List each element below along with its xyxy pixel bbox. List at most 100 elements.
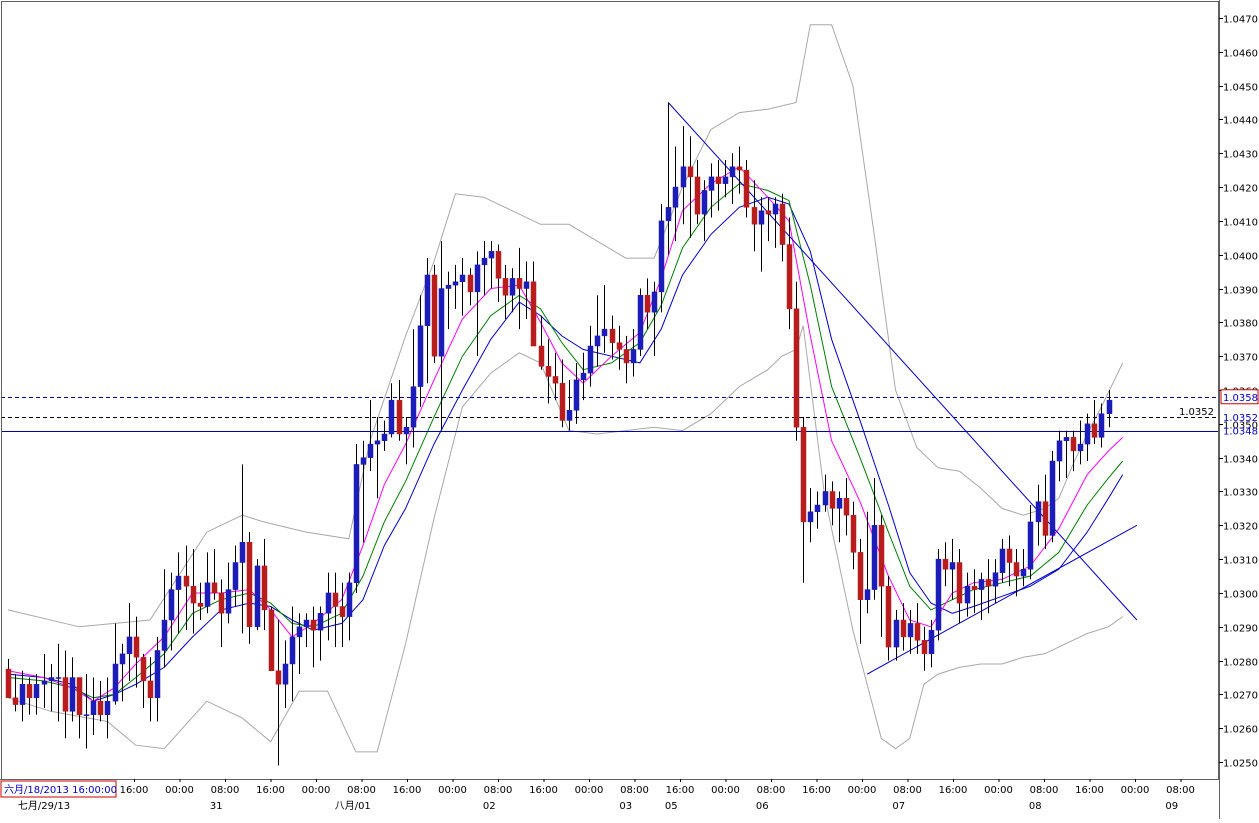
candle-body [765, 210, 772, 215]
candle-body [502, 278, 509, 296]
candle-body [403, 426, 410, 435]
candle-body [516, 278, 523, 289]
x-time-label: 00:00 [438, 785, 467, 796]
y-tick-label: 1.0390 [1223, 286, 1258, 297]
candle-body [303, 619, 310, 628]
candle-body [793, 308, 800, 428]
candle-body [672, 186, 679, 208]
x-date-label: 05 [665, 801, 678, 812]
x-time-label: 00:00 [165, 785, 194, 796]
candle-body [211, 582, 218, 594]
x-date-label: 八月/01 [335, 800, 371, 812]
candle-body [566, 410, 573, 421]
candle-body [623, 349, 630, 364]
candle-body [580, 372, 587, 381]
plot-background [0, 0, 1259, 819]
candle-body [175, 575, 182, 590]
x-time-label: 08:00 [211, 785, 240, 796]
candle-body [814, 504, 821, 513]
candle-body [921, 640, 928, 655]
y-tick-label: 1.0460 [1223, 49, 1258, 60]
price-line-label-2: 1.0348 [1223, 427, 1258, 438]
candle-body [829, 491, 836, 509]
x-time-label: 16:00 [1075, 785, 1104, 796]
chart-root[interactable]: 1.0250 1.0260 1.0270 1.0280 1.0290 1.0300 1.03… [0, 0, 1259, 819]
candle-body [758, 210, 765, 225]
candle-body [190, 585, 197, 604]
y-tick-label: 1.0440 [1223, 116, 1258, 127]
x-time-label: 16:00 [666, 785, 695, 796]
candle-body [559, 382, 566, 421]
y-tick-label: 1.0380 [1223, 319, 1258, 330]
candle-body [729, 166, 736, 178]
price-line-label-0: 1.0358 [1223, 393, 1258, 404]
candle-body [218, 592, 225, 614]
price-line-label-1: 1.0352 [1223, 413, 1258, 424]
candle-body [282, 663, 289, 685]
x-time-label: 16:00 [120, 785, 149, 796]
candle-body [687, 166, 694, 178]
candle-body [871, 525, 878, 590]
x-time-label: 08:00 [484, 785, 513, 796]
candle-body [12, 697, 19, 705]
candle-body [488, 251, 495, 259]
x-date-label: 31 [210, 801, 223, 812]
x-time-label: 00:00 [1121, 785, 1150, 796]
candle-body [651, 291, 658, 313]
candle-body [325, 592, 332, 614]
x-date-label: 03 [619, 801, 632, 812]
y-tick-label: 1.0400 [1223, 252, 1258, 263]
candle-body [367, 443, 374, 458]
candle-body [573, 379, 580, 411]
x-time-label: 08:00 [620, 785, 649, 796]
candle-body [5, 668, 12, 699]
x-time-label: 08:00 [757, 785, 786, 796]
x-date-label: 06 [756, 801, 769, 812]
candle-body [90, 700, 97, 715]
candle-body [76, 677, 83, 715]
candle-body [495, 251, 502, 279]
candle-body [55, 677, 62, 679]
candle-body [743, 169, 750, 208]
candle-body [183, 575, 190, 587]
candle-body [751, 207, 758, 225]
candle-body [474, 264, 481, 293]
candle-body [83, 714, 90, 716]
candle-body [680, 166, 687, 188]
candle-body [978, 579, 985, 590]
candle-body [552, 376, 559, 384]
y-tick-label: 1.0260 [1223, 725, 1258, 736]
candle-body [97, 700, 104, 715]
y-tick-label: 1.0420 [1223, 184, 1258, 195]
candle-body [893, 619, 900, 648]
candle-body [935, 558, 942, 631]
y-tick-label: 1.0250 [1223, 759, 1258, 770]
candle-body [779, 203, 786, 245]
x-date-label: 07 [892, 801, 905, 812]
candlestick-chart[interactable]: 1.0250 1.0260 1.0270 1.0280 1.0290 1.0300 1.03… [0, 0, 1259, 819]
candle-body [261, 565, 268, 611]
candle-body [630, 349, 637, 364]
candle-body [609, 328, 616, 343]
x-time-label: 00:00 [302, 785, 331, 796]
cursor-time-box[interactable]: 六月/18/2013 16:00:00 [0, 780, 117, 798]
candle-body [850, 514, 857, 553]
candle-body [772, 203, 779, 215]
candle-body [317, 613, 324, 631]
candle-body [374, 440, 381, 445]
candle-body [154, 650, 161, 699]
candle-body [800, 426, 807, 523]
candle-body [310, 619, 317, 631]
candle-body [701, 190, 708, 215]
candle-body [907, 623, 914, 638]
x-time-label: 16:00 [802, 785, 831, 796]
candle-body [992, 572, 999, 587]
y-tick-label: 1.0270 [1223, 691, 1258, 702]
candle-body [786, 244, 793, 310]
candle-body [836, 497, 843, 509]
candle-body [104, 700, 111, 715]
candle-body [665, 207, 672, 222]
candle-body [538, 345, 545, 367]
candle-body [942, 558, 949, 570]
candle-body [1035, 501, 1042, 523]
